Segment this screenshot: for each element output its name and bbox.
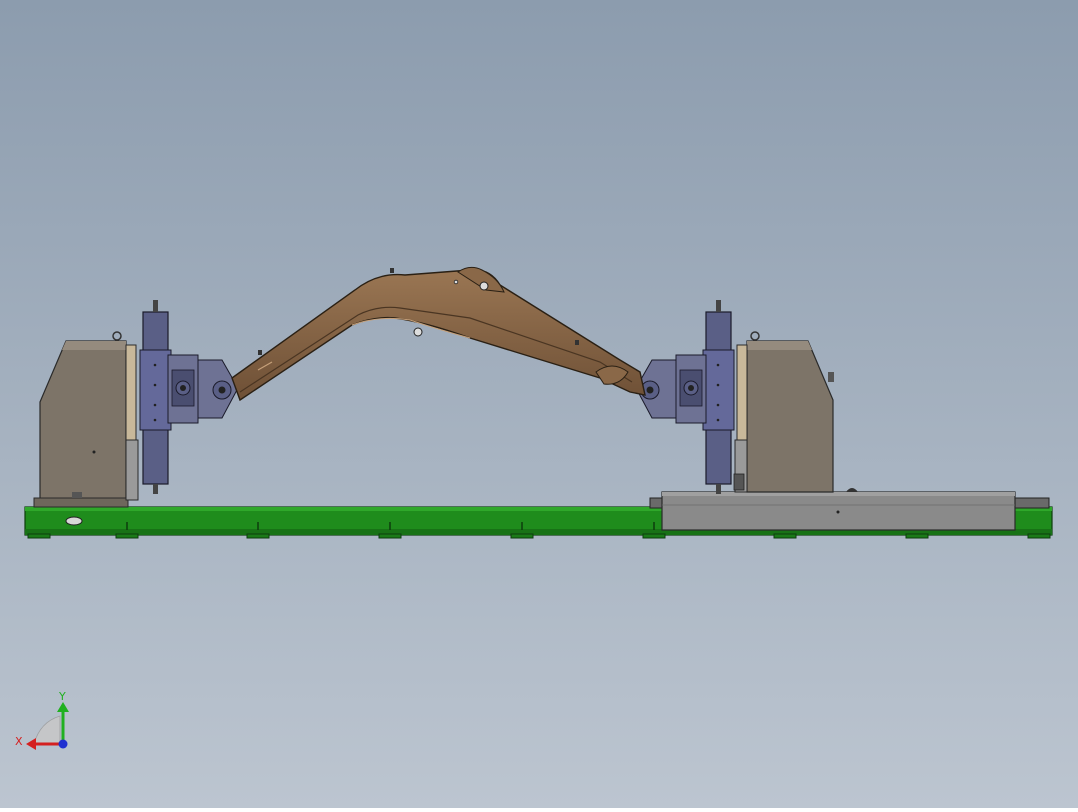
base-frame-slot [65,516,83,526]
triad-x-label: X [15,735,23,748]
left-faceplate[interactable] [139,300,172,494]
triad-z-axis [58,739,68,749]
cad-viewport[interactable]: Y X [0,0,1078,808]
triad-y-label: Y [58,690,66,703]
tailstock-rail-cover[interactable] [661,488,1016,531]
right-faceplate[interactable] [702,300,735,494]
